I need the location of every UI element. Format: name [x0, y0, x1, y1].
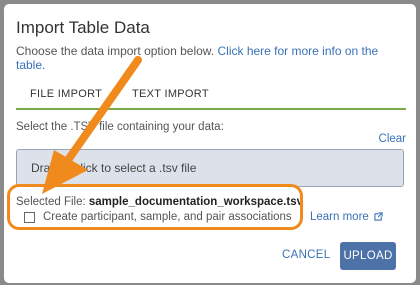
annotation-arrow-icon	[42, 56, 142, 194]
